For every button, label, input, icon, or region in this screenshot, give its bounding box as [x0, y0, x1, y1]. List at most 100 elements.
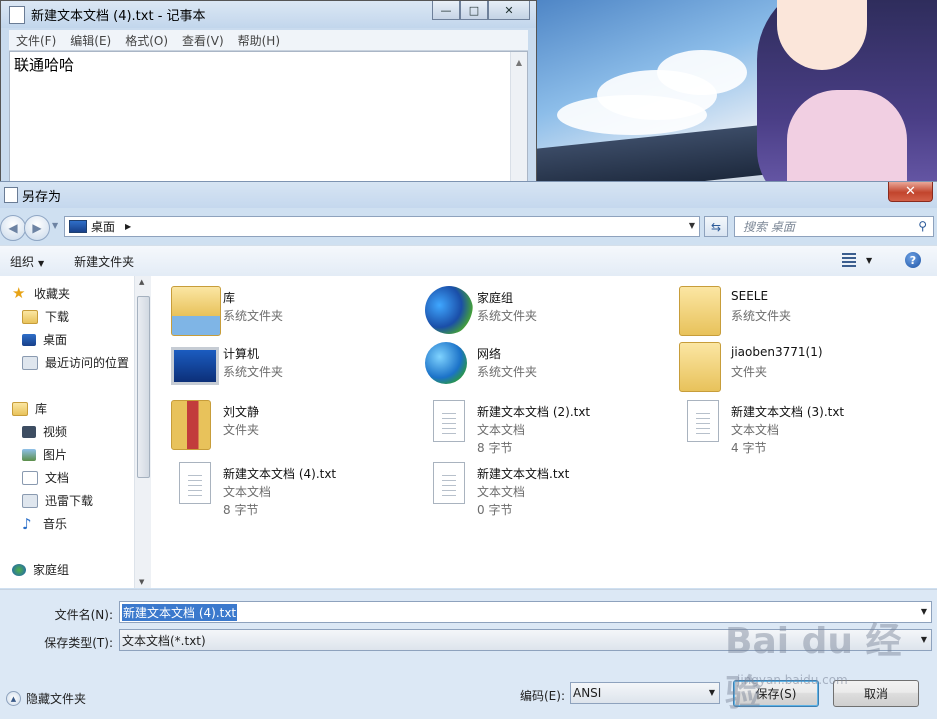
- scroll-up-arrow-icon[interactable]: ▲: [139, 278, 144, 286]
- desktop-wallpaper: [537, 0, 937, 185]
- scroll-down-arrow-icon[interactable]: ▼: [139, 578, 144, 586]
- encoding-label: 编码(E):: [520, 689, 565, 703]
- filename-label: 文件名(N):: [54, 608, 113, 622]
- window-controls: — □ ✕: [432, 1, 530, 20]
- text-file-icon: [179, 462, 211, 504]
- computer-icon: [171, 347, 219, 385]
- recent-places-icon: [22, 355, 38, 370]
- address-location[interactable]: 桌面: [91, 218, 115, 235]
- downloads-folder-icon: [22, 309, 38, 324]
- filename-field[interactable]: 新建文本文档 (4).txt ▼: [119, 601, 932, 623]
- nav-libraries[interactable]: 库: [12, 400, 47, 417]
- menu-format[interactable]: 格式(O): [118, 32, 175, 49]
- nav-item-downloads[interactable]: 下载: [22, 308, 69, 325]
- organize-button[interactable]: 组织 ▼: [0, 253, 54, 270]
- user-folder-icon: [679, 286, 721, 336]
- file-item-txt2[interactable]: 新建文本文档 (2).txt 文本文档 8 字节: [433, 400, 683, 455]
- notepad-menubar: 文件(F) 编辑(E) 格式(O) 查看(V) 帮助(H): [9, 30, 528, 51]
- nav-item-thunder-downloads[interactable]: 迅雷下载: [22, 492, 93, 509]
- encoding-value: ANSI: [573, 686, 602, 700]
- notepad-title: 新建文本文档 (4).txt - 记事本: [31, 9, 206, 24]
- refresh-button[interactable]: ⇆: [704, 216, 728, 237]
- file-item-seele[interactable]: SEELE 系统文件夹: [679, 286, 929, 338]
- nav-item-pictures[interactable]: 图片: [22, 446, 67, 463]
- search-placeholder: 搜索 桌面: [743, 220, 795, 234]
- view-options-button[interactable]: ▼: [842, 253, 872, 267]
- text-file-icon: [433, 400, 465, 442]
- nav-scrollbar[interactable]: ▲ ▼: [134, 276, 151, 588]
- file-item-library[interactable]: 库系统文件夹: [171, 286, 421, 338]
- address-bar[interactable]: 桌面 ▶ ▼: [64, 216, 700, 237]
- file-list: 库系统文件夹 家庭组 系统文件夹 SEELE 系统文件夹 计算机 系统文件夹 网络 系统…: [151, 276, 937, 588]
- scroll-up-arrow-icon[interactable]: ▲: [511, 58, 527, 67]
- folder-icon: [679, 342, 721, 392]
- pictures-icon: [22, 448, 36, 461]
- nav-item-desktop[interactable]: 桌面: [22, 331, 67, 348]
- notepad-window: 新建文本文档 (4).txt - 记事本 — □ ✕ 文件(F) 编辑(E) 格…: [0, 0, 537, 185]
- file-item-homegroup[interactable]: 家庭组 系统文件夹: [425, 286, 675, 338]
- file-item-txt3[interactable]: 新建文本文档 (3).txt 文本文档 4 字节: [687, 400, 937, 455]
- library-icon: [12, 401, 28, 416]
- file-item-txt4[interactable]: 新建文本文档 (4).txt 文本文档 8 字节: [179, 462, 429, 517]
- breadcrumb-arrow-icon[interactable]: ▶: [125, 222, 131, 231]
- dialog-close-button[interactable]: ✕: [888, 182, 933, 202]
- nav-item-documents[interactable]: 文档: [22, 469, 69, 486]
- file-item-txt[interactable]: 新建文本文档.txt 文本文档 0 字节: [433, 462, 683, 517]
- nav-homegroup[interactable]: 家庭组: [12, 561, 69, 578]
- encoding-select[interactable]: ANSI ▼: [570, 682, 720, 704]
- nav-item-recent[interactable]: 最近访问的位置: [22, 354, 129, 371]
- dialog-titlebar[interactable]: 另存为: [0, 182, 937, 208]
- chevron-up-icon: ▲: [6, 691, 21, 706]
- search-icon[interactable]: ⚲: [918, 219, 927, 233]
- chevron-down-icon[interactable]: ▼: [921, 635, 927, 644]
- desktop-icon: [22, 333, 36, 346]
- close-button[interactable]: ✕: [488, 1, 530, 20]
- new-folder-button[interactable]: 新建文件夹: [64, 253, 144, 270]
- address-row: ◀ ▶ ▼ 桌面 ▶ ▼ ⇆ 搜索 桌面 ⚲: [0, 213, 937, 241]
- hide-folders-toggle[interactable]: ▲ 隐藏文件夹: [6, 690, 86, 707]
- savetype-select[interactable]: 文本文档(*.txt) ▼: [119, 629, 932, 651]
- file-item-network[interactable]: 网络 系统文件夹: [425, 342, 675, 394]
- notepad-editor[interactable]: 联通哈哈 ▲: [9, 51, 528, 184]
- back-button[interactable]: ◀: [0, 215, 26, 241]
- file-item-computer[interactable]: 计算机 系统文件夹: [171, 342, 421, 394]
- nav-item-music[interactable]: ♪ 音乐: [22, 515, 67, 532]
- menu-file[interactable]: 文件(F): [9, 32, 63, 49]
- save-as-dialog: 另存为 ✕ ◀ ▶ ▼ 桌面 ▶ ▼ ⇆ 搜索 桌面 ⚲ 组织 ▼ 新建文件夹 ▼…: [0, 181, 937, 719]
- text-file-icon: [687, 400, 719, 442]
- chevron-down-icon[interactable]: ▼: [921, 607, 927, 616]
- minimize-button[interactable]: —: [432, 1, 460, 20]
- file-item-jiaoben[interactable]: jiaoben3771(1) 文件夹: [679, 342, 929, 394]
- nav-item-videos[interactable]: 视频: [22, 423, 67, 440]
- maximize-button[interactable]: □: [460, 1, 488, 20]
- homegroup-icon: [12, 563, 26, 576]
- library-icon: [171, 286, 221, 336]
- editor-text: 联通哈哈: [14, 56, 75, 74]
- menu-view[interactable]: 查看(V): [175, 32, 231, 49]
- savetype-label: 保存类型(T):: [44, 636, 113, 650]
- help-button[interactable]: ?: [905, 252, 921, 268]
- nav-favorites[interactable]: ★ 收藏夹: [12, 285, 70, 302]
- filename-value: 新建文本文档 (4).txt: [122, 603, 238, 621]
- search-input[interactable]: 搜索 桌面 ⚲: [734, 216, 934, 237]
- forward-button[interactable]: ▶: [24, 215, 50, 241]
- dialog-footer: 文件名(N): 新建文本文档 (4).txt ▼ 保存类型(T): 文本文档(*…: [0, 589, 937, 719]
- dialog-icon: [4, 187, 18, 203]
- savetype-value: 文本文档(*.txt): [122, 633, 206, 648]
- address-dropdown-icon[interactable]: ▼: [689, 221, 695, 230]
- video-icon: [22, 425, 36, 438]
- history-dropdown-icon[interactable]: ▼: [52, 221, 58, 230]
- folder-icon: [171, 400, 211, 450]
- editor-scrollbar[interactable]: ▲: [510, 52, 527, 183]
- cancel-button[interactable]: 取消: [833, 680, 919, 707]
- scroll-thumb[interactable]: [137, 296, 150, 478]
- navigation-pane: ★ 收藏夹 下载 桌面 最近访问的位置 库 视频 图片 文档 迅雷下载 ♪ 音乐 家…: [0, 276, 151, 588]
- homegroup-icon: [425, 286, 473, 334]
- file-item-liuwenjing[interactable]: 刘文静 文件夹: [171, 400, 421, 452]
- chevron-down-icon[interactable]: ▼: [709, 688, 715, 697]
- menu-help[interactable]: 帮助(H): [231, 32, 287, 49]
- menu-edit[interactable]: 编辑(E): [63, 32, 118, 49]
- save-button[interactable]: 保存(S): [733, 680, 819, 707]
- view-icon: [842, 253, 856, 267]
- star-icon: ★: [12, 284, 26, 302]
